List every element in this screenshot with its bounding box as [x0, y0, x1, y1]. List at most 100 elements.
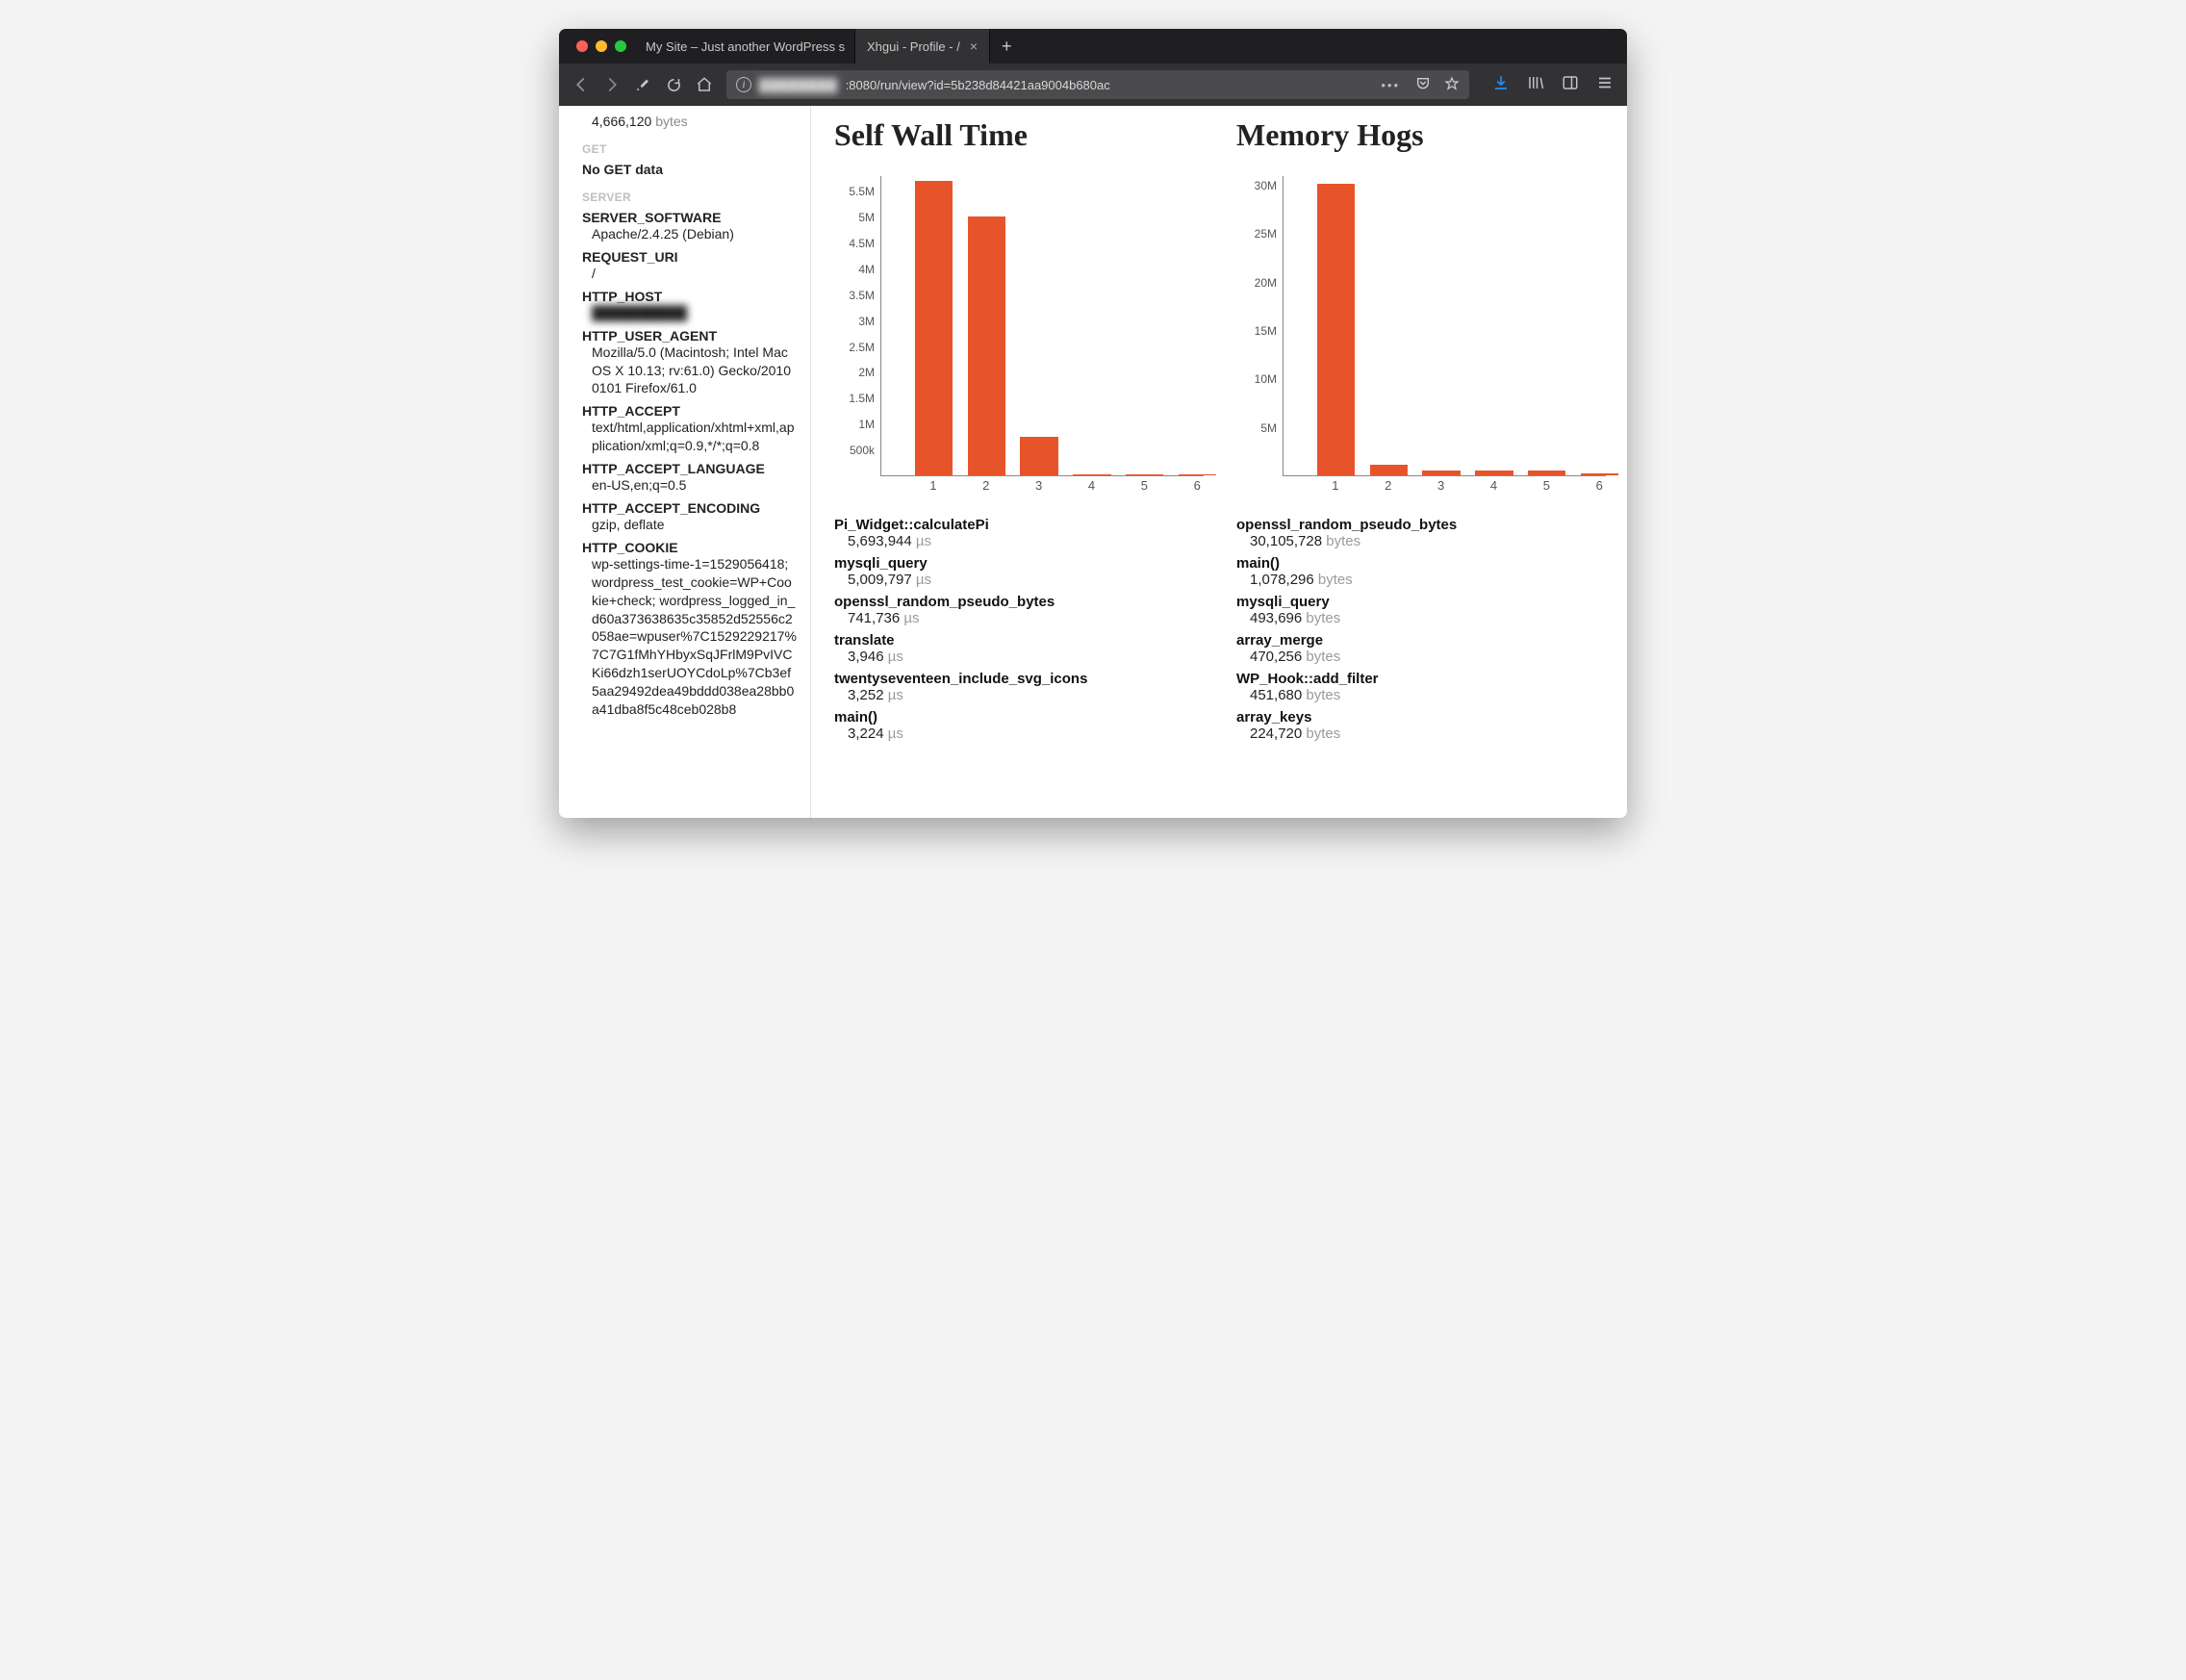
server-value: gzip, deflate [582, 516, 797, 534]
chart-title-left: Self Wall Time [834, 117, 1204, 153]
chart-bar [1126, 474, 1163, 475]
server-item: HTTP_ACCEPT_ENCODINGgzip, deflate [582, 500, 797, 534]
value-unit: bytes [1306, 725, 1340, 742]
page-actions-icon[interactable]: ••• [1381, 78, 1400, 92]
server-item: HTTP_ACCEPTtext/html,application/xhtml+x… [582, 403, 797, 455]
chart-bar [1020, 437, 1057, 475]
address-bar[interactable]: i ████████ :8080/run/view?id=5b238d84421… [726, 70, 1469, 99]
function-name[interactable]: translate [834, 632, 1204, 649]
function-value: 5,009,797 µs [834, 572, 1204, 588]
function-name[interactable]: openssl_random_pseudo_bytes [1236, 517, 1606, 533]
x-tick-label: 2 [1385, 478, 1391, 493]
memory-total-unit: bytes [655, 114, 687, 129]
menu-icon[interactable] [1596, 74, 1614, 96]
server-value: ██████████ [582, 304, 797, 322]
server-key: HTTP_USER_AGENT [582, 328, 717, 344]
function-name[interactable]: openssl_random_pseudo_bytes [834, 594, 1204, 610]
function-value: 224,720 bytes [1236, 725, 1606, 742]
self-wall-time-chart: 500k1M1.5M2M2.5M3M3.5M4M4.5M5M5.5M123456 [834, 170, 1204, 497]
x-tick-label: 5 [1543, 478, 1550, 493]
chart-bar [1422, 471, 1460, 475]
function-name[interactable]: mysqli_query [834, 555, 1204, 572]
function-name[interactable]: twentyseventeen_include_svg_icons [834, 671, 1204, 687]
server-item: HTTP_HOST██████████ [582, 289, 797, 322]
server-value: wp-settings-time-1=1529056418; wordpress… [582, 555, 797, 719]
chart-bar [1370, 465, 1408, 475]
value-unit: bytes [1306, 610, 1340, 626]
close-window-button[interactable] [576, 40, 588, 52]
function-value: 3,252 µs [834, 687, 1204, 703]
server-key: HTTP_ACCEPT_ENCODING [582, 500, 760, 516]
server-value: text/html,application/xhtml+xml,applicat… [582, 419, 797, 455]
value-unit: µs [888, 649, 903, 665]
server-item: HTTP_COOKIEwp-settings-time-1=1529056418… [582, 540, 797, 719]
y-tick-label: 25M [1255, 227, 1277, 241]
forward-button[interactable] [603, 76, 621, 93]
x-tick-label: 5 [1141, 478, 1148, 493]
server-key: HTTP_COOKIE [582, 540, 678, 555]
function-value: 470,256 bytes [1236, 649, 1606, 665]
y-tick-label: 1.5M [849, 392, 875, 405]
bookmark-star-icon[interactable] [1444, 76, 1460, 94]
memory-hogs-column: Memory Hogs 5M10M15M20M25M30M123456 open… [1236, 117, 1606, 742]
function-name[interactable]: mysqli_query [1236, 594, 1606, 610]
toolbar-right [1492, 74, 1614, 96]
y-tick-label: 2.5M [849, 341, 875, 354]
function-value: 5,693,944 µs [834, 533, 1204, 549]
function-name[interactable]: array_merge [1236, 632, 1606, 649]
x-tick-label: 4 [1490, 478, 1497, 493]
x-tick-label: 2 [982, 478, 989, 493]
chart-bar [1073, 474, 1110, 475]
browser-window: My Site – Just another WordPress s × Xhg… [559, 29, 1627, 818]
y-tick-label: 10M [1255, 372, 1277, 386]
maximize-window-button[interactable] [615, 40, 626, 52]
value-unit: bytes [1326, 533, 1360, 549]
x-tick-label: 6 [1596, 478, 1603, 493]
back-button[interactable] [572, 75, 590, 94]
devtools-icon[interactable] [634, 77, 651, 92]
y-tick-label: 20M [1255, 276, 1277, 290]
y-tick-label: 15M [1255, 324, 1277, 338]
function-name[interactable]: array_keys [1236, 709, 1606, 725]
new-tab-button[interactable]: + [990, 37, 1024, 57]
y-tick-label: 3.5M [849, 289, 875, 302]
tab-active[interactable]: Xhgui - Profile - / × [855, 29, 990, 64]
pocket-icon[interactable] [1415, 76, 1431, 94]
chart-bar [1475, 471, 1512, 475]
section-header-server: SERVER [582, 191, 797, 204]
close-tab-icon[interactable]: × [970, 38, 978, 54]
main-panel: Self Wall Time 500k1M1.5M2M2.5M3M3.5M4M4… [811, 106, 1627, 818]
y-tick-label: 5M [1260, 421, 1277, 435]
library-icon[interactable] [1527, 74, 1544, 96]
server-key: HTTP_ACCEPT_LANGUAGE [582, 461, 765, 476]
function-value: 30,105,728 bytes [1236, 533, 1606, 549]
home-button[interactable] [696, 76, 713, 93]
y-tick-label: 1M [858, 418, 875, 431]
function-name[interactable]: main() [834, 709, 1204, 725]
function-value: 1,078,296 bytes [1236, 572, 1606, 588]
url-host-obscured: ████████ [759, 78, 838, 92]
y-tick-label: 500k [850, 444, 875, 457]
y-tick-label: 2M [858, 366, 875, 379]
sidebar-toggle-icon[interactable] [1562, 74, 1579, 96]
server-item: HTTP_ACCEPT_LANGUAGEen-US,en;q=0.5 [582, 461, 797, 495]
reload-button[interactable] [665, 77, 682, 93]
function-value: 3,224 µs [834, 725, 1204, 742]
x-tick-label: 1 [1332, 478, 1338, 493]
tab-inactive[interactable]: My Site – Just another WordPress s × [634, 29, 855, 64]
value-unit: bytes [1318, 572, 1353, 588]
server-value: / [582, 265, 797, 283]
downloads-icon[interactable] [1492, 74, 1510, 96]
self-wall-time-column: Self Wall Time 500k1M1.5M2M2.5M3M3.5M4M4… [834, 117, 1204, 742]
server-key: HTTP_ACCEPT [582, 403, 680, 419]
site-info-icon[interactable]: i [736, 77, 751, 92]
function-name[interactable]: main() [1236, 555, 1606, 572]
server-key: REQUEST_URI [582, 249, 678, 265]
server-value: en-US,en;q=0.5 [582, 476, 797, 495]
function-value: 493,696 bytes [1236, 610, 1606, 626]
x-tick-label: 6 [1194, 478, 1201, 493]
minimize-window-button[interactable] [596, 40, 607, 52]
y-tick-label: 3M [858, 315, 875, 328]
function-name[interactable]: WP_Hook::add_filter [1236, 671, 1606, 687]
function-name[interactable]: Pi_Widget::calculatePi [834, 517, 1204, 533]
